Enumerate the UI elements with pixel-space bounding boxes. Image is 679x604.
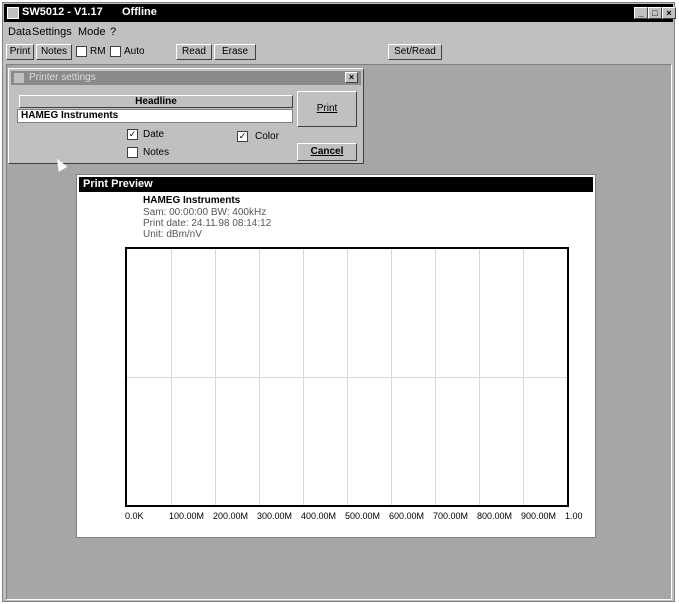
title-bar[interactable]: SW5012 - V1.17 Offline _ □ × <box>4 4 676 22</box>
preview-title-bar[interactable]: Print Preview <box>79 177 593 192</box>
dialog-print-button[interactable]: Print <box>297 91 357 127</box>
notes-label: Notes <box>143 147 170 158</box>
spectrum-chart-grid <box>125 247 569 507</box>
toolbar: Print Notes RM Auto Read Erase Set/Read <box>4 42 673 62</box>
x-tick-label: 500.00M <box>345 511 381 521</box>
menu-settings[interactable]: Settings <box>32 26 72 38</box>
x-tick-label: 600.00M <box>389 511 425 521</box>
x-tick-label: 300.00M <box>257 511 293 521</box>
grid-vertical-line <box>347 249 348 505</box>
set-read-button[interactable]: Set/Read <box>388 44 442 60</box>
headline-input[interactable]: HAMEG Instruments <box>17 109 293 123</box>
grid-vertical-line <box>435 249 436 505</box>
x-tick-label: 100.00M <box>169 511 205 521</box>
rm-label: RM <box>90 46 106 57</box>
print-preview-window: Print Preview HAMEG Instruments Sam: 00:… <box>76 174 596 538</box>
grid-vertical-line <box>391 249 392 505</box>
app-title: SW5012 - V1.17 <box>22 6 103 18</box>
auto-checkbox[interactable] <box>110 46 121 57</box>
menu-help[interactable]: ? <box>110 26 116 38</box>
x-tick-label: 700.00M <box>433 511 469 521</box>
grid-vertical-line <box>523 249 524 505</box>
print-button[interactable]: Print <box>6 44 34 60</box>
x-tick-label: 400.00M <box>301 511 337 521</box>
color-label: Color <box>255 131 279 142</box>
dialog-title: Printer settings <box>29 72 96 83</box>
printer-icon <box>14 73 24 83</box>
printer-settings-dialog: Printer settings × Headline HAMEG Instru… <box>8 68 364 164</box>
notes-checkbox[interactable] <box>127 147 138 158</box>
erase-button[interactable]: Erase <box>214 44 256 60</box>
close-icon[interactable]: × <box>662 7 676 19</box>
x-tick-label: 200.00M <box>213 511 249 521</box>
date-label: Date <box>143 129 165 140</box>
color-checkbox[interactable]: ✓ <box>237 131 248 142</box>
menu-bar: Data Settings Mode ? <box>4 24 673 40</box>
auto-label: Auto <box>124 46 145 57</box>
grid-vertical-line <box>215 249 216 505</box>
x-tick-label: 800.00M <box>477 511 513 521</box>
read-button[interactable]: Read <box>176 44 212 60</box>
date-checkbox[interactable]: ✓ <box>127 129 138 140</box>
preview-headline: HAMEG Instruments <box>143 195 241 206</box>
preview-scan-info: Sam: 00:00:00 BW: 400kHz <box>143 207 267 218</box>
rm-checkbox[interactable] <box>76 46 87 57</box>
dialog-close-icon[interactable]: × <box>345 72 358 83</box>
maximize-icon[interactable]: □ <box>648 7 662 19</box>
connection-status: Offline <box>122 6 157 18</box>
grid-vertical-line <box>303 249 304 505</box>
x-tick-label: 900.00M <box>521 511 557 521</box>
headline-header: Headline <box>19 95 293 108</box>
menu-mode[interactable]: Mode <box>78 26 106 38</box>
app-icon[interactable] <box>7 7 19 19</box>
preview-print-date: Print date: 24.11.98 08:14:12 <box>143 218 272 229</box>
menu-data[interactable]: Data <box>8 26 31 38</box>
notes-button[interactable]: Notes <box>36 44 72 60</box>
dialog-cancel-button[interactable]: Cancel <box>297 143 357 161</box>
x-tick-label: 0.0K <box>125 511 144 521</box>
grid-vertical-line <box>171 249 172 505</box>
grid-vertical-line <box>259 249 260 505</box>
minimize-icon[interactable]: _ <box>634 7 648 19</box>
x-tick-label: 1.00 <box>565 511 583 521</box>
preview-unit: Unit: dBm/nV <box>143 229 202 240</box>
preview-title: Print Preview <box>83 178 153 190</box>
dialog-title-bar[interactable]: Printer settings × <box>11 71 361 85</box>
grid-vertical-line <box>479 249 480 505</box>
